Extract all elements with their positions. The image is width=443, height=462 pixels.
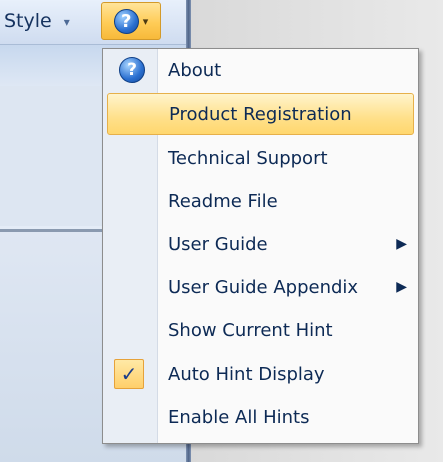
menu-item-product-registration[interactable]: Product Registration [107, 93, 414, 135]
menu-item-label: Auto Hint Display [168, 363, 325, 385]
menu-item-label: Enable All Hints [168, 406, 310, 428]
help-menu: ? About Product Registration Technical S… [102, 48, 419, 444]
chevron-down-icon: ▾ [142, 14, 149, 28]
menu-item-about[interactable]: ? About [104, 49, 417, 91]
menu-item-auto-hint-display[interactable]: ✓ Auto Hint Display [104, 353, 417, 395]
menu-item-label: User Guide [168, 233, 268, 255]
toolbar: Style ▾ ? ▾ [0, 0, 186, 45]
style-button[interactable]: Style ▾ [4, 7, 70, 35]
menu-item-label: Technical Support [168, 147, 328, 169]
help-icon: ? [113, 8, 139, 34]
menu-item-label: Product Registration [169, 103, 352, 125]
submenu-arrow-icon: ▶ [396, 279, 407, 295]
style-label: Style [4, 10, 52, 32]
help-button[interactable]: ? ▾ [101, 2, 161, 40]
menu-item-technical-support[interactable]: Technical Support [104, 137, 417, 179]
menu-item-label: Show Current Hint [168, 319, 333, 341]
menu-item-label: About [168, 59, 222, 81]
submenu-arrow-icon: ▶ [396, 236, 407, 252]
menu-item-label: User Guide Appendix [168, 276, 359, 298]
menu-item-show-current-hint[interactable]: Show Current Hint [104, 309, 417, 351]
menu-item-user-guide-appendix[interactable]: User Guide Appendix ▶ [104, 266, 417, 308]
menu-item-label: Readme File [168, 190, 278, 212]
checkmark-icon: ✓ [114, 359, 144, 389]
menu-item-enable-all-hints[interactable]: Enable All Hints [104, 396, 417, 438]
help-icon: ? [119, 57, 145, 83]
menu-item-user-guide[interactable]: User Guide ▶ [104, 223, 417, 265]
menu-item-readme-file[interactable]: Readme File [104, 180, 417, 222]
chevron-down-icon: ▾ [63, 15, 70, 29]
